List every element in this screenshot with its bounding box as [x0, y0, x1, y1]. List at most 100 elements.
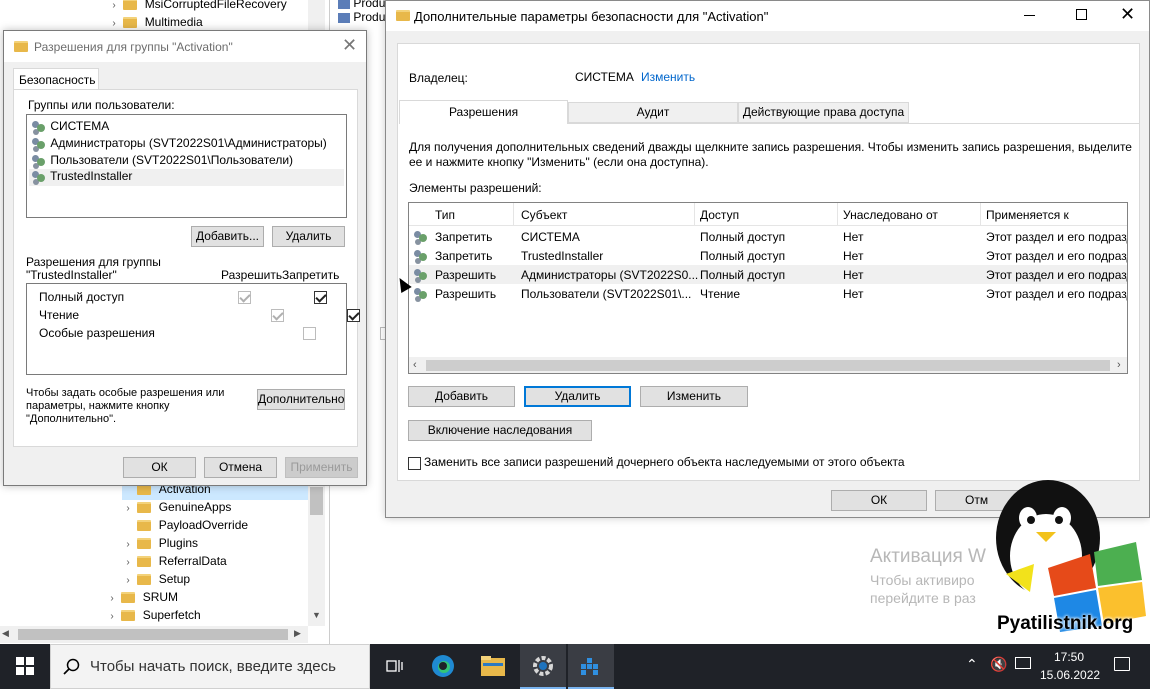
regedit-tree-item[interactable]: › Superfetch: [106, 608, 200, 626]
deny-checkbox[interactable]: [347, 309, 361, 323]
advanced-button[interactable]: Дополнительно: [257, 389, 345, 410]
regedit-tree-item[interactable]: › ReferralData: [122, 554, 226, 572]
users-icon: [413, 287, 429, 301]
users-icon: [31, 137, 47, 151]
chevron-left-icon[interactable]: ‹: [413, 359, 417, 371]
chevron-up-icon[interactable]: ⌃: [966, 656, 978, 673]
registry-value-icon: [338, 12, 350, 23]
minimize-icon[interactable]: [1024, 15, 1035, 16]
chevron-right-icon[interactable]: ›: [1117, 359, 1121, 371]
column-header-applies[interactable]: Применяется к: [986, 208, 1069, 222]
info-text: Для получения дополнительных сведений дв…: [409, 140, 1132, 154]
tab-divider: [568, 123, 1140, 124]
column-header-access[interactable]: Доступ: [700, 208, 739, 222]
volume-muted-icon[interactable]: 🔇: [990, 656, 1007, 673]
regedit-tree-item[interactable]: › GenuineApps: [122, 500, 231, 518]
table-row[interactable]: Запретить СИСТЕМА Полный доступ Нет Этот…: [409, 227, 1127, 246]
search-box[interactable]: Чтобы начать поиск, введите здесь: [50, 644, 370, 689]
tab-security[interactable]: Безопасность: [13, 68, 99, 90]
chevron-left-icon[interactable]: ◀: [2, 628, 9, 639]
regedit-hscrollbar[interactable]: ◀ ▶: [0, 626, 308, 643]
background-list-item[interactable]: Produ: [338, 0, 385, 10]
user-item[interactable]: Администраторы (SVT2022S01\Администратор…: [31, 136, 327, 153]
allow-checkbox[interactable]: [270, 309, 284, 323]
perm-name: Чтение: [39, 308, 80, 322]
table-row[interactable]: Разрешить Пользователи (SVT2022S01\... Ч…: [409, 284, 1127, 303]
tab-permissions[interactable]: Разрешения: [399, 100, 568, 124]
column-header-type[interactable]: Тип: [435, 208, 455, 222]
advanced-content: Владелец: СИСТЕМА Изменить Разрешения Ау…: [397, 43, 1140, 481]
user-item[interactable]: Пользователи (SVT2022S01\Пользователи): [31, 153, 293, 170]
deny-column-header: Запретить: [282, 268, 340, 282]
add-button[interactable]: Добавить...: [191, 226, 264, 247]
chevron-right-icon[interactable]: ›: [108, 0, 120, 11]
chevron-right-icon[interactable]: ›: [122, 539, 134, 550]
edge-icon[interactable]: [420, 644, 466, 689]
ok-button[interactable]: ОК: [123, 457, 196, 478]
chevron-right-icon[interactable]: ›: [106, 611, 118, 622]
users-icon: [31, 170, 47, 184]
edit-entry-button[interactable]: Изменить: [640, 386, 748, 407]
apply-button[interactable]: Применить: [285, 457, 358, 478]
enable-inheritance-button[interactable]: Включение наследования: [408, 420, 592, 441]
clock-date[interactable]: 15.06.2022: [1040, 668, 1100, 682]
dialog-titlebar[interactable]: Разрешения для группы "Activation" ✕: [4, 31, 366, 62]
close-icon[interactable]: ✕: [1120, 4, 1135, 25]
regedit-tree-item[interactable]: › Plugins: [122, 536, 198, 554]
search-placeholder: Чтобы начать поиск, введите здесь: [90, 658, 336, 675]
regedit-taskbar-icon[interactable]: [568, 644, 614, 689]
regedit-tree-item[interactable]: PayloadOverride: [122, 518, 248, 536]
user-item[interactable]: СИСТЕМА: [31, 119, 109, 136]
clock-time[interactable]: 17:50: [1054, 650, 1084, 664]
allow-checkbox[interactable]: [303, 327, 317, 341]
notifications-icon[interactable]: [1114, 657, 1130, 671]
chevron-right-icon[interactable]: ›: [106, 593, 118, 604]
background-list-item[interactable]: Produ: [338, 10, 385, 24]
network-icon[interactable]: [1015, 657, 1031, 669]
scrollbar-thumb[interactable]: [426, 360, 1110, 371]
dialog-titlebar[interactable]: Дополнительные параметры безопасности дл…: [386, 1, 1149, 31]
tab-audit[interactable]: Аудит: [568, 102, 738, 123]
cancel-button[interactable]: Отмена: [204, 457, 277, 478]
scrollbar-thumb[interactable]: [310, 487, 323, 515]
ok-button[interactable]: ОК: [831, 490, 927, 511]
tab-effective-access[interactable]: Действующие права доступа: [738, 102, 909, 123]
folder-icon: [137, 538, 152, 550]
chevron-right-icon[interactable]: ▶: [294, 628, 301, 639]
maximize-icon[interactable]: [1076, 9, 1087, 20]
users-list[interactable]: СИСТЕМА Администраторы (SVT2022S01\Админ…: [26, 114, 347, 218]
add-entry-button[interactable]: Добавить: [408, 386, 515, 407]
deny-checkbox[interactable]: [314, 291, 328, 305]
column-header-subject[interactable]: Субъект: [521, 208, 567, 222]
folder-icon: [137, 520, 152, 532]
file-explorer-icon[interactable]: [470, 644, 516, 689]
start-button[interactable]: [0, 644, 50, 689]
table-row-selected[interactable]: Разрешить Администраторы (SVT2022S0... П…: [409, 265, 1127, 284]
user-item-selected[interactable]: TrustedInstaller: [29, 169, 344, 186]
task-view-icon[interactable]: [372, 644, 418, 689]
chevron-right-icon[interactable]: ›: [122, 503, 134, 514]
folder-icon: [121, 610, 136, 622]
chevron-right-icon[interactable]: ›: [108, 18, 120, 29]
table-row[interactable]: Запретить TrustedInstaller Полный доступ…: [409, 246, 1127, 265]
regedit-top-item[interactable]: › MsiCorruptedFileRecovery: [108, 0, 287, 15]
settings-taskbar-icon[interactable]: [520, 644, 566, 689]
scrollbar-thumb[interactable]: [18, 629, 288, 640]
chevron-down-icon[interactable]: ▼: [308, 610, 325, 626]
remove-button[interactable]: Удалить: [272, 226, 345, 247]
perm-for-group: "TrustedInstaller": [26, 268, 117, 282]
regedit-tree-item[interactable]: › SRUM: [106, 590, 178, 608]
users-icon: [31, 154, 47, 168]
regedit-tree-item[interactable]: › Setup: [122, 572, 190, 590]
info-text: ее и нажмите кнопку "Изменить" (если она…: [409, 155, 709, 169]
chevron-right-icon[interactable]: ›: [122, 557, 134, 568]
owner-change-link[interactable]: Изменить: [641, 70, 695, 84]
allow-checkbox[interactable]: [238, 291, 251, 305]
chevron-right-icon[interactable]: ›: [122, 575, 134, 586]
replace-child-checkbox[interactable]: [408, 457, 421, 471]
close-icon[interactable]: ✕: [342, 35, 357, 56]
permission-entries-table[interactable]: Тип Субъект Доступ Унаследовано от Приме…: [408, 202, 1128, 374]
remove-entry-button[interactable]: Удалить: [524, 386, 631, 407]
column-header-inherited[interactable]: Унаследовано от: [843, 208, 938, 222]
table-hscrollbar[interactable]: ‹ ›: [409, 357, 1127, 373]
